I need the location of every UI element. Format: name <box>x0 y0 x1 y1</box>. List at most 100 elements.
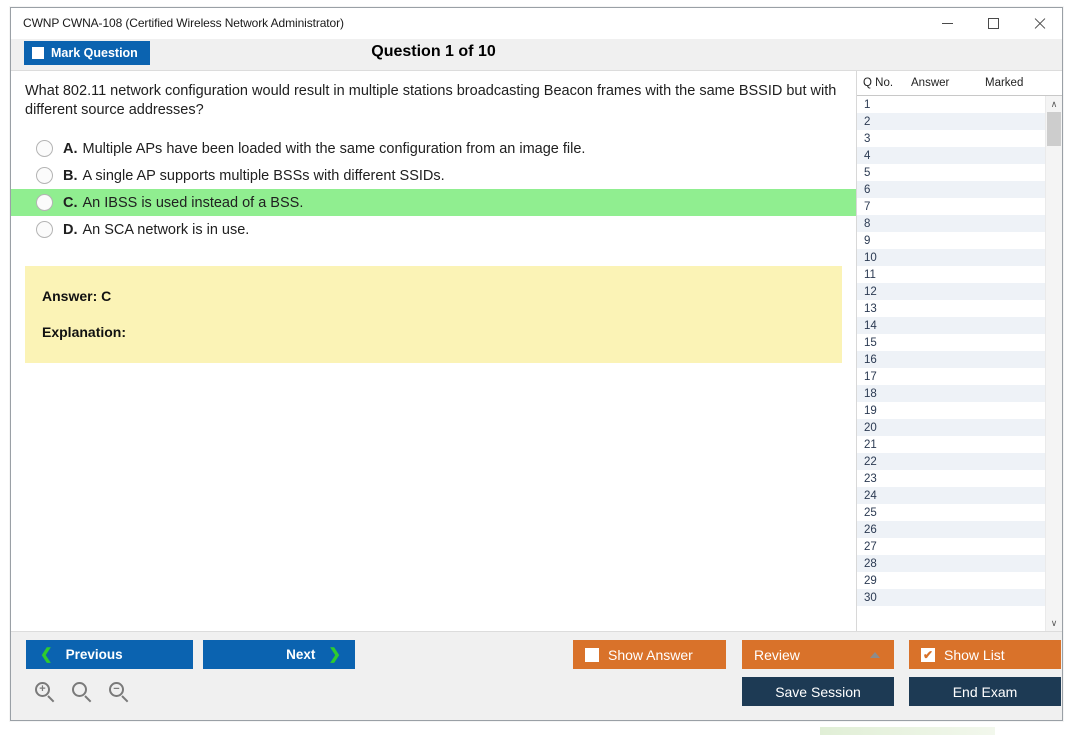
show-list-checkbox-icon: ✔ <box>921 647 935 662</box>
answer-option-c[interactable]: C. An IBSS is used instead of a BSS. <box>11 189 856 217</box>
save-session-button[interactable]: Save Session <box>742 677 894 706</box>
row-qno: 29 <box>864 574 877 587</box>
radio-button-icon[interactable] <box>36 221 53 239</box>
question-list-row[interactable]: 28 <box>857 555 1045 572</box>
question-list-row[interactable]: 6 <box>857 181 1045 198</box>
scrollbar-track[interactable] <box>1046 112 1062 615</box>
option-text: A single AP supports multiple BSSs with … <box>82 167 445 184</box>
zoom-out-sign: − <box>113 683 120 695</box>
minimize-button[interactable] <box>924 8 970 38</box>
show-answer-button[interactable]: Show Answer <box>573 640 726 669</box>
question-counter: Question 1 of 10 <box>371 43 496 60</box>
row-qno: 17 <box>864 370 877 383</box>
column-header-answer: Answer <box>911 77 950 89</box>
zoom-out-icon[interactable]: − <box>109 682 131 704</box>
question-list-row[interactable]: 1 <box>857 96 1045 113</box>
row-qno: 19 <box>864 404 877 417</box>
question-list-row[interactable]: 14 <box>857 317 1045 334</box>
question-list-row[interactable]: 8 <box>857 215 1045 232</box>
screen-edge-artifact <box>820 727 995 735</box>
question-list-row[interactable]: 13 <box>857 300 1045 317</box>
question-list-row[interactable]: 7 <box>857 198 1045 215</box>
show-list-label: Show List <box>944 646 1005 663</box>
question-list-rows: 1 2 3 4 5 6 7 8 9 10 11 12 13 14 15 16 17 18 19 20 21 22 23 24 2… <box>857 96 1045 631</box>
column-header-qno: Q No. <box>863 77 894 89</box>
question-list-row[interactable]: 3 <box>857 130 1045 147</box>
row-qno: 21 <box>864 438 877 451</box>
question-list-row[interactable]: 9 <box>857 232 1045 249</box>
radio-button-icon[interactable] <box>36 140 53 158</box>
show-list-button[interactable]: ✔ Show List <box>909 640 1061 669</box>
minimize-icon <box>941 22 953 24</box>
review-dropdown[interactable]: Review <box>742 640 894 669</box>
next-button-label: Next <box>286 647 316 662</box>
question-list-row[interactable]: 2 <box>857 113 1045 130</box>
answer-option-d[interactable]: D. An SCA network is in use. <box>11 216 856 243</box>
row-qno: 3 <box>864 132 871 145</box>
question-list-row[interactable]: 12 <box>857 283 1045 300</box>
option-letter: C. <box>63 194 78 211</box>
zoom-in-icon[interactable]: + <box>35 682 57 704</box>
answer-options-list: A. Multiple APs have been loaded with the… <box>11 135 856 243</box>
radio-button-icon[interactable] <box>36 167 53 185</box>
question-list-row[interactable]: 25 <box>857 504 1045 521</box>
previous-button[interactable]: ❮ Previous <box>26 640 193 669</box>
row-qno: 24 <box>864 489 877 502</box>
close-button[interactable] <box>1016 8 1062 38</box>
question-list-row[interactable]: 17 <box>857 368 1045 385</box>
maximize-button[interactable] <box>970 8 1016 38</box>
row-qno: 30 <box>864 591 877 604</box>
question-list-scrollbar[interactable]: ∧ ∨ <box>1045 96 1062 631</box>
app-screenshot: CWNP CWNA-108 (Certified Wireless Networ… <box>0 0 1075 735</box>
show-answer-checkbox-icon <box>585 647 599 662</box>
row-qno: 14 <box>864 319 877 332</box>
row-qno: 4 <box>864 149 871 162</box>
zoom-reset-icon[interactable] <box>72 682 94 704</box>
question-list-row[interactable]: 30 <box>857 589 1045 606</box>
question-list-row[interactable]: 16 <box>857 351 1045 368</box>
question-list-row[interactable]: 22 <box>857 453 1045 470</box>
question-list-row[interactable]: 18 <box>857 385 1045 402</box>
question-list-row[interactable]: 21 <box>857 436 1045 453</box>
question-list-row[interactable]: 27 <box>857 538 1045 555</box>
question-list-row[interactable]: 23 <box>857 470 1045 487</box>
scrollbar-thumb[interactable] <box>1047 112 1061 146</box>
question-list-row[interactable]: 4 <box>857 147 1045 164</box>
answer-option-a[interactable]: A. Multiple APs have been loaded with the… <box>11 135 856 162</box>
question-list-row[interactable]: 15 <box>857 334 1045 351</box>
question-list-row[interactable]: 11 <box>857 266 1045 283</box>
next-button[interactable]: Next ❯ <box>203 640 355 669</box>
question-list-row[interactable]: 5 <box>857 164 1045 181</box>
row-qno: 8 <box>864 217 871 230</box>
window-controls <box>924 8 1062 38</box>
question-list-row[interactable]: 26 <box>857 521 1045 538</box>
question-list-scroll-area: 1 2 3 4 5 6 7 8 9 10 11 12 13 14 15 16 17 18 19 20 21 22 23 24 2… <box>857 96 1062 631</box>
question-list-row[interactable]: 19 <box>857 402 1045 419</box>
row-qno: 16 <box>864 353 877 366</box>
row-qno: 28 <box>864 557 877 570</box>
exam-header-bar: Mark Question Question 1 of 10 <box>11 39 1062 71</box>
question-list-row[interactable]: 24 <box>857 487 1045 504</box>
question-list-pane: Q No. Answer Marked 1 2 3 4 5 6 7 8 9 10 11 12 13 14 1… <box>856 71 1062 631</box>
question-list-row[interactable]: 10 <box>857 249 1045 266</box>
row-qno: 15 <box>864 336 877 349</box>
question-list-row[interactable]: 20 <box>857 419 1045 436</box>
option-letter: D. <box>63 221 78 238</box>
radio-button-icon[interactable] <box>36 194 53 212</box>
row-qno: 22 <box>864 455 877 468</box>
answer-explanation-panel: Answer: C Explanation: <box>25 266 842 364</box>
row-qno: 18 <box>864 387 877 400</box>
row-qno: 23 <box>864 472 877 485</box>
close-icon <box>1033 17 1046 30</box>
footer-toolbar: ❮ Previous Next ❯ Show Answer Review ✔ S… <box>11 631 1062 720</box>
question-list-row[interactable]: 29 <box>857 572 1045 589</box>
option-text: Multiple APs have been loaded with the s… <box>82 140 586 157</box>
row-qno: 5 <box>864 166 871 179</box>
answer-option-b[interactable]: B. A single AP supports multiple BSSs wit… <box>11 162 856 189</box>
row-qno: 12 <box>864 285 877 298</box>
scroll-up-arrow-icon[interactable]: ∧ <box>1046 96 1062 112</box>
end-exam-button[interactable]: End Exam <box>909 677 1061 706</box>
previous-button-label: Previous <box>65 647 123 662</box>
explanation-label: Explanation: <box>42 324 127 341</box>
scroll-down-arrow-icon[interactable]: ∨ <box>1046 615 1062 631</box>
